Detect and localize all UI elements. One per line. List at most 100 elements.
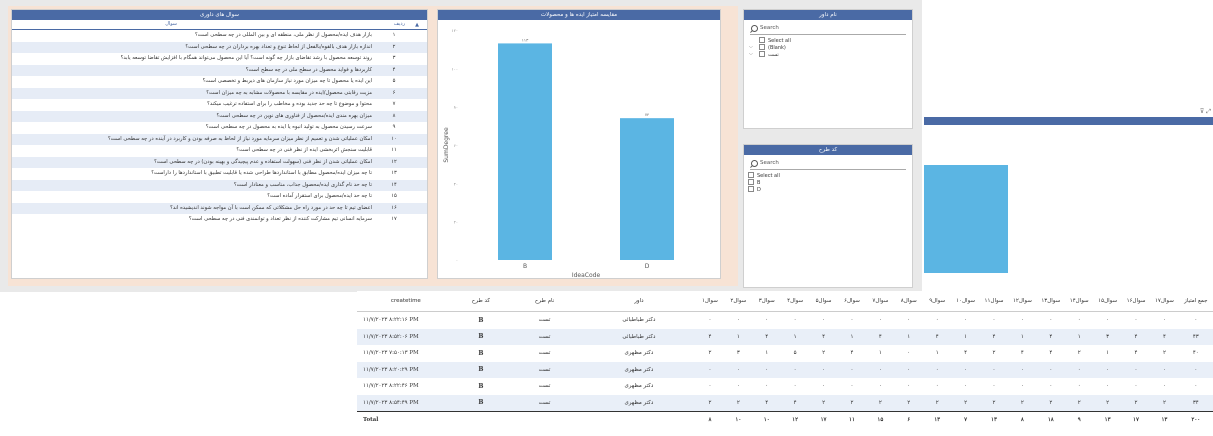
- filter-and-focus-icons[interactable]: ⊽ ⤢: [1200, 108, 1211, 116]
- table-cell: ۰: [736, 383, 740, 390]
- slicer-item-select-all[interactable]: Select all: [744, 172, 912, 179]
- table-row[interactable]: ۱۱/۷/۲۰۲۳ ۸:۵۲:۰۶ PM B تست دکتر طباطبائی ۴ ۱ ۴…: [357, 328, 1213, 345]
- total-cell: [454, 411, 508, 429]
- checkbox[interactable]: [748, 186, 754, 192]
- column-header[interactable]: سوال۵: [809, 291, 838, 312]
- judge-search-input[interactable]: Search: [750, 22, 906, 35]
- table-cell: ۰: [1077, 317, 1081, 324]
- column-header[interactable]: سوال۱۴: [1065, 291, 1094, 312]
- column-header[interactable]: سوال۱۷: [1150, 291, 1179, 312]
- column-header[interactable]: سوال۱۱: [979, 291, 1009, 312]
- x-axis-label: IdeaCode: [572, 272, 601, 278]
- column-header[interactable]: سوال۴: [780, 291, 810, 312]
- total-cell: ۱۳: [979, 411, 1009, 429]
- table-row[interactable]: ۱۱/۷/۲۰۲۳ ۷:۵۰:۱۳ PM B تست دکتر مظهری ۲ ۳ ۱ ۵ ۲ ۴…: [357, 345, 1213, 362]
- design-code-slicer[interactable]: کد طرح Search Select all B D: [743, 144, 913, 288]
- question-row[interactable]: تا چه حد ایده/محصول برای استقرار آماده ا…: [12, 191, 427, 203]
- table-cell: تست: [538, 383, 551, 390]
- column-header[interactable]: کد طرح: [454, 291, 508, 312]
- table-cell: ۰: [765, 317, 769, 324]
- checkbox[interactable]: [748, 172, 754, 178]
- checkbox[interactable]: [748, 179, 754, 185]
- question-row[interactable]: سرمایه انسانی تیم مشارکت کننده از نظر تع…: [12, 214, 427, 226]
- question-row[interactable]: سرعت رسیدن محصول به تولید انبوه یا ایده …: [12, 122, 427, 134]
- slicer-item-select-all[interactable]: Select all: [744, 37, 912, 44]
- row-column-header[interactable]: ردیف: [394, 21, 405, 27]
- column-header[interactable]: سوال۱۶: [1121, 291, 1151, 312]
- checkbox[interactable]: [759, 51, 765, 57]
- score-chart-visual[interactable]: مقایسه امتیاز ایده ها و محصولات ۰ ۲۰ ۴۰ ۶۰ ۸…: [437, 9, 721, 279]
- chevron-down-icon[interactable]: ⌵: [749, 51, 753, 58]
- column-header[interactable]: سوال۱۲: [1008, 291, 1037, 312]
- question-row[interactable]: روند توسعه محصول با رشد تقاضای بازار چه …: [12, 53, 427, 65]
- total-cell: ۱۷: [809, 411, 838, 429]
- question-row[interactable]: این ایده یا محصول تا چه میزان مورد نیاز …: [12, 76, 427, 88]
- question-row[interactable]: امکان عملیاتی شدن از نظر فنی (سهولت استف…: [12, 156, 427, 168]
- column-header[interactable]: سوال۱۰: [951, 291, 980, 312]
- total-cell: ۱۳: [922, 411, 952, 429]
- table-row[interactable]: ۱۱/۷/۲۰۲۳ ۸:۲۲:۴۶ PM B تست دکتر مظهری ۰ ۰ ۰ ۰ ۰ ۰…: [357, 378, 1213, 395]
- table-cell: ۰: [708, 317, 712, 324]
- column-header[interactable]: سوال۱: [695, 291, 725, 312]
- table-cell: ۰: [992, 317, 996, 324]
- total-cell: ۱۱: [837, 411, 867, 429]
- question-row[interactable]: بازار هدف ایده/محصول از نظر ملی، منطقه ا…: [12, 30, 427, 42]
- table-cell: ۱: [1065, 328, 1094, 345]
- table-cell: ۰: [935, 317, 939, 324]
- slicer-item-blank[interactable]: ⌵ (Blank): [744, 44, 912, 51]
- question-column-header[interactable]: سوال: [165, 21, 177, 27]
- checkbox[interactable]: [759, 37, 765, 43]
- question-number: ۶: [392, 89, 396, 96]
- table-row[interactable]: ۱۱/۷/۲۰۲۳ ۸:۲۰:۲۹ PM B تست دکتر مظهری ۰ ۰ ۰ ۰ ۰ ۰…: [357, 361, 1213, 378]
- table-cell: ۰: [964, 383, 968, 390]
- design-search-input[interactable]: Search: [750, 157, 906, 170]
- slicer-item-label: تست: [768, 52, 779, 58]
- column-header[interactable]: داور: [582, 291, 696, 312]
- table-cell: ۳: [1093, 328, 1122, 345]
- judge-slicer[interactable]: نام داور Search Select all ⌵ (Blank) ⌵ تست: [743, 9, 913, 129]
- question-row[interactable]: مزیت رقابتی محصول/ایده در مقایسه با محصو…: [12, 87, 427, 99]
- column-header[interactable]: سوال۲: [724, 291, 753, 312]
- table-row[interactable]: ۱۱/۷/۲۰۲۳ ۸:۲۲:۱۶ PM B تست دکتر طباطبائی ۰ ۰ ۰…: [357, 312, 1213, 329]
- chevron-down-icon[interactable]: ⌵: [749, 44, 753, 51]
- table-cell: ۰: [951, 361, 980, 378]
- table-cell: ۱: [765, 350, 769, 357]
- question-row[interactable]: اعضای تیم تا چه حد در مورد راه حل مشکلات…: [12, 202, 427, 214]
- scores-details-table[interactable]: createtime کد طرح نام طرح داور سوال۱ سوال۲ سوا…: [357, 291, 1213, 436]
- column-header[interactable]: سوال۷: [866, 291, 895, 312]
- slicer-item-b[interactable]: B: [744, 179, 912, 186]
- column-header[interactable]: جمع امتیاز: [1178, 291, 1213, 312]
- y-tick-label: ۱۲۰: [452, 28, 458, 33]
- triangle-up-icon[interactable]: ▲: [415, 22, 419, 28]
- question-row[interactable]: محتوا و موضوع تا چه حد جدید بوده و مخاطب…: [12, 99, 427, 111]
- slicer-item-test[interactable]: ⌵ تست: [744, 51, 912, 58]
- column-header[interactable]: سوال۹: [922, 291, 952, 312]
- column-header[interactable]: سوال۱۳: [1036, 291, 1065, 312]
- judge-search-placeholder: Search: [760, 25, 779, 31]
- question-row[interactable]: اندازه بازار هدف بالقوه/بالفعل از لحاظ ت…: [12, 41, 427, 53]
- table-cell: ۰: [793, 317, 797, 324]
- column-header[interactable]: سوال۸: [894, 291, 923, 312]
- column-header[interactable]: سوال۱۵: [1093, 291, 1122, 312]
- question-row[interactable]: قابلیت سنجش اثربخشی ایده از نظر فنی در چ…: [12, 145, 427, 157]
- column-header[interactable]: سوال۳: [752, 291, 781, 312]
- table-row[interactable]: ۱۱/۷/۲۰۲۳ ۸:۵۴:۴۹ PM B تست دکتر مظهری ۲ ۲ ۴ ۴ ۲ ۲…: [357, 394, 1213, 412]
- question-number: ۱۲: [391, 158, 397, 165]
- table-cell: دکتر مظهری: [624, 350, 654, 357]
- column-header[interactable]: سوال۶: [837, 291, 867, 312]
- column-header[interactable]: createtime: [357, 291, 455, 312]
- question-row[interactable]: تا چه حد نام گذاری ایده/محصول جذاب، مناس…: [12, 179, 427, 191]
- y-tick-label: ۴۰: [454, 181, 458, 186]
- background-visual[interactable]: ⊽ ⤢: [924, 107, 1213, 297]
- table-cell: ۴۳: [1178, 328, 1213, 345]
- question-row[interactable]: امکان عملیاتی شدن و تعمیم از نظر میزان س…: [12, 133, 427, 145]
- question-number: ۱۵: [391, 193, 397, 199]
- checkbox[interactable]: [759, 44, 765, 50]
- column-header[interactable]: نام طرح: [507, 291, 583, 312]
- question-row[interactable]: کاربردها و فواید محصول در سطح ملی در چه …: [12, 64, 427, 76]
- table-cell: ۴: [695, 328, 725, 345]
- question-row[interactable]: میزان بهره مندی ایده/محصول از فناوری های…: [12, 110, 427, 122]
- questions-table-visual[interactable]: سوال های داوری سوال ردیف ▲ بازار هدف اید…: [11, 9, 428, 279]
- question-row[interactable]: تا چه میزان ایده/محصول مطابق با استاندار…: [12, 168, 427, 180]
- slicer-item-d[interactable]: D: [744, 186, 912, 193]
